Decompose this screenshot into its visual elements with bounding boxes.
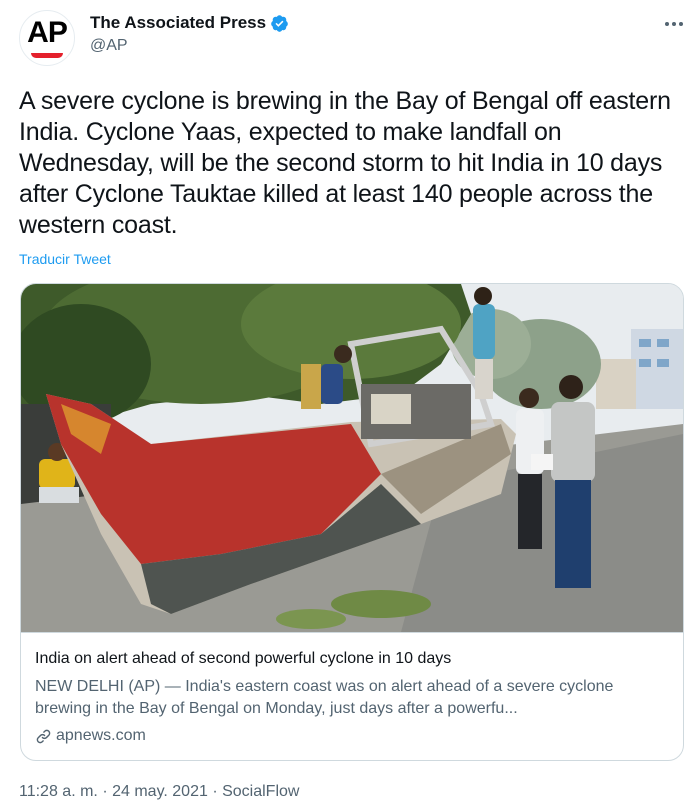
link-icon	[36, 729, 51, 743]
avatar[interactable]: AP	[19, 10, 75, 66]
card-title[interactable]: India on alert ahead of second powerful …	[35, 648, 675, 670]
tweet: AP The Associated Press @AP A severe cyc…	[0, 0, 700, 811]
tweet-meta: 11:28 a. m. · 24 may. 2021 · SocialFlow	[19, 782, 299, 802]
more-horizontal-icon	[665, 22, 683, 26]
translate-tweet-link[interactable]: Traducir Tweet	[19, 250, 111, 268]
link-card[interactable]: India on alert ahead of second powerful …	[20, 283, 684, 761]
meta-separator: ·	[212, 783, 218, 800]
card-domain[interactable]: apnews.com	[56, 725, 146, 747]
verified-badge-icon	[271, 14, 288, 32]
tweet-time[interactable]: 11:28 a. m.	[19, 783, 98, 800]
more-options-button[interactable]	[660, 12, 688, 36]
ap-logo: AP	[27, 16, 68, 49]
author-name[interactable]: The Associated Press	[90, 12, 266, 34]
tweet-source[interactable]: SocialFlow	[222, 783, 299, 800]
card-domain-row[interactable]: apnews.com	[35, 725, 146, 747]
author-name-row[interactable]: The Associated Press	[90, 12, 289, 34]
ap-logo-underline	[31, 53, 63, 58]
tweet-text: A severe cyclone is brewing in the Bay o…	[19, 87, 671, 239]
meta-separator: ·	[102, 783, 108, 800]
tweet-date[interactable]: 24 may. 2021	[112, 783, 208, 800]
author-handle[interactable]: @AP	[90, 36, 128, 56]
card-description: NEW DELHI (AP) — India's eastern coast w…	[35, 678, 614, 717]
card-photo	[21, 284, 683, 632]
card-image[interactable]	[21, 284, 683, 633]
